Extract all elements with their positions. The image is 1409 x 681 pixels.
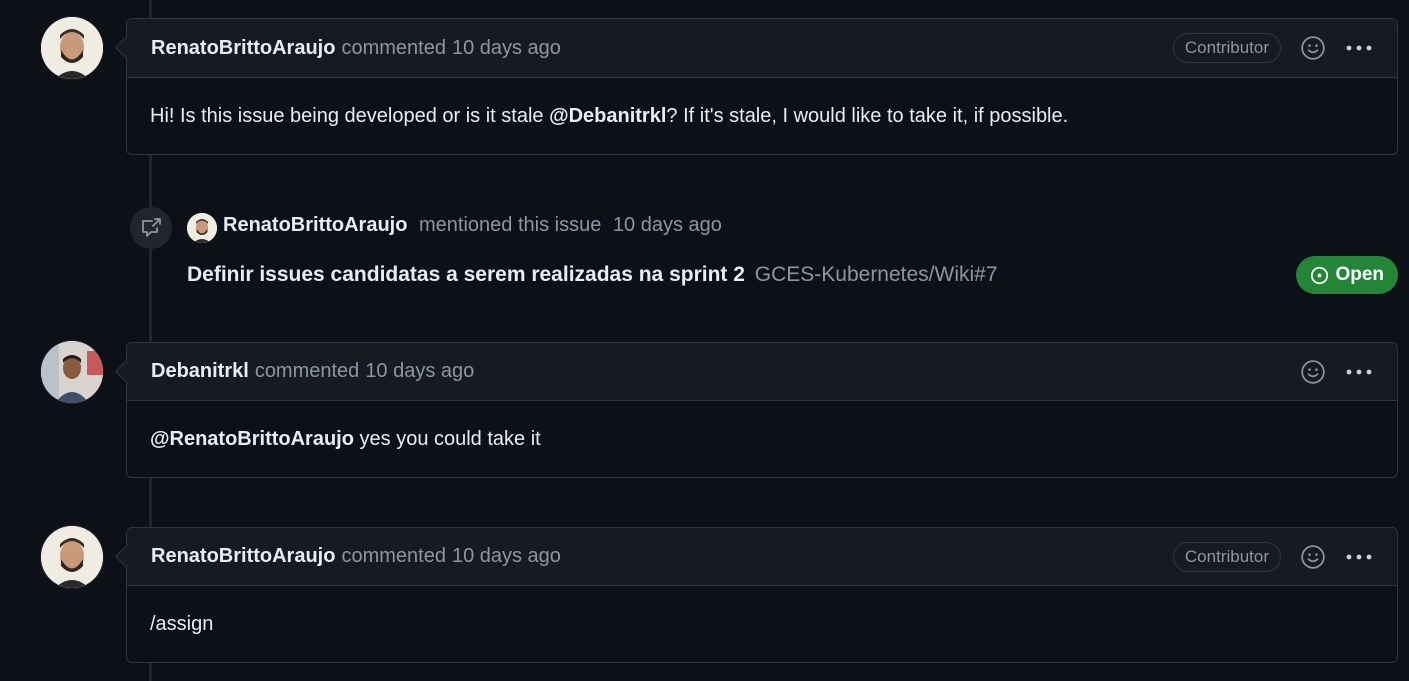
- referenced-issue: Definir issues candidatas a serem realiz…: [187, 263, 998, 287]
- comment-text: ? If it's stale, I would like to take it…: [666, 104, 1069, 127]
- comment-author[interactable]: RenatoBrittoAraujo: [151, 545, 335, 568]
- comment-header: Debanitrkl commented 10 days ago: [127, 343, 1397, 401]
- comment-header: RenatoBrittoAraujo commented 10 days ago…: [127, 19, 1397, 78]
- comment-timestamp[interactable]: 10 days ago: [365, 360, 474, 383]
- cross-reference-icon: [142, 218, 161, 237]
- comment-author[interactable]: RenatoBrittoAraujo: [151, 37, 335, 60]
- comment-body: /assign: [127, 586, 1397, 662]
- comment-body: @RenatoBrittoAraujo yes you could take i…: [127, 401, 1397, 477]
- cross-reference-badge: [130, 207, 172, 249]
- issue-status-label: Open: [1335, 264, 1384, 285]
- avatar-renato-image: [41, 526, 103, 588]
- user-mention-link[interactable]: @RenatoBrittoAraujo: [150, 428, 354, 451]
- comment-card: RenatoBrittoAraujo commented 10 days ago…: [126, 527, 1398, 663]
- comment-action: commented: [341, 36, 446, 59]
- referenced-issue-title-link[interactable]: Definir issues candidatas a serem realiz…: [187, 263, 745, 286]
- comment-action: commented: [254, 360, 360, 382]
- comment-timestamp[interactable]: 10 days ago: [452, 37, 561, 60]
- comment-action: commented: [341, 545, 446, 567]
- avatar-debanitrkl-image: [41, 341, 103, 403]
- smiley-icon: [1301, 544, 1325, 569]
- add-reaction-button[interactable]: [1299, 358, 1327, 386]
- comment-timestamp[interactable]: 10 days ago: [452, 545, 561, 568]
- kebab-icon: [1346, 554, 1372, 559]
- issue-open-icon: [1311, 266, 1329, 284]
- add-reaction-button[interactable]: [1299, 34, 1327, 62]
- event-timestamp[interactable]: 10 days ago: [613, 214, 722, 236]
- kebab-icon: [1346, 45, 1372, 51]
- comment-options-button[interactable]: [1345, 34, 1373, 62]
- mention-event-line: RenatoBrittoAraujo mentioned this issue …: [223, 214, 722, 237]
- event-author[interactable]: RenatoBrittoAraujo: [223, 214, 407, 236]
- comment-text: /assign: [150, 612, 214, 635]
- comment-text: Hi! Is this issue being developed or is …: [150, 104, 550, 127]
- avatar-renato-image: [41, 17, 103, 79]
- referenced-issue-id[interactable]: GCES-Kubernetes/Wiki#7: [755, 263, 998, 286]
- comment-body: Hi! Is this issue being developed or is …: [127, 78, 1397, 154]
- comment-header: RenatoBrittoAraujo commented 10 days ago…: [127, 528, 1397, 586]
- mention-event: RenatoBrittoAraujo mentioned this issue …: [130, 205, 1398, 305]
- user-mention-link[interactable]: @Debanitrkl: [549, 105, 666, 128]
- avatar[interactable]: [187, 213, 217, 243]
- add-reaction-button[interactable]: [1299, 543, 1327, 571]
- event-action: mentioned this issue: [419, 214, 602, 236]
- comment-options-button[interactable]: [1345, 358, 1373, 386]
- avatar[interactable]: [41, 17, 103, 79]
- issue-status-badge: Open: [1296, 256, 1398, 294]
- comment-card: RenatoBrittoAraujo commented 10 days ago…: [126, 18, 1398, 155]
- smiley-icon: [1301, 359, 1325, 384]
- kebab-icon: [1346, 369, 1372, 374]
- comment-author[interactable]: Debanitrkl: [151, 360, 249, 383]
- comment-text: yes you could take it: [353, 427, 541, 450]
- avatar[interactable]: [41, 526, 103, 588]
- contributor-badge: Contributor: [1172, 33, 1281, 63]
- contributor-badge: Contributor: [1172, 541, 1281, 572]
- comment-options-button[interactable]: [1345, 543, 1373, 571]
- comment-card: Debanitrkl commented 10 days ago @Renato…: [126, 342, 1398, 478]
- avatar-renato-image: [187, 213, 217, 243]
- avatar[interactable]: [41, 341, 103, 403]
- smiley-icon: [1301, 36, 1325, 60]
